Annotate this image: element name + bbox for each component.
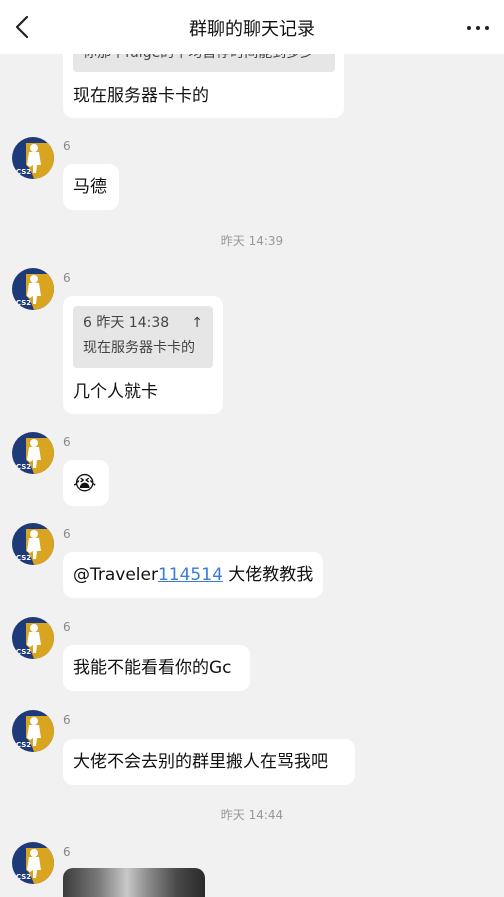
player-logo-icon: CS2 <box>16 438 54 474</box>
message-bubble[interactable]: 我能不能看看你的Gc <box>63 645 250 691</box>
message-bubble[interactable]: 😭 <box>63 460 109 506</box>
player-logo-icon: CS2 <box>16 143 54 179</box>
quoted-header: 6 昨天 14:38 <box>83 315 170 331</box>
player-logo-icon: CS2 <box>16 716 54 752</box>
mention-prefix: @Traveler <box>73 565 158 585</box>
avatar[interactable]: CS2 <box>12 523 54 565</box>
svg-text:CS2: CS2 <box>16 741 31 749</box>
player-logo-icon: CS2 <box>16 623 54 659</box>
player-logo-icon: CS2 <box>16 529 54 565</box>
avatar[interactable]: CS2 <box>12 432 54 474</box>
timestamp: 昨天 14:44 <box>220 808 284 822</box>
sender-name: 6 <box>63 271 71 285</box>
sender-name: 6 <box>63 527 71 541</box>
message-suffix: 大佬教教我 <box>222 565 314 585</box>
message-bubble[interactable]: 6 昨天 14:38 ↑ 现在服务器卡卡的 几个人就卡 <box>63 296 223 414</box>
svg-text:CS2: CS2 <box>16 554 31 562</box>
message-text: 几个人就卡 <box>73 382 158 402</box>
svg-text:CS2: CS2 <box>16 463 31 471</box>
svg-text:CS2: CS2 <box>16 299 31 307</box>
avatar[interactable]: CS2 <box>12 710 54 752</box>
sender-name: 6 <box>63 845 71 859</box>
jump-arrow-icon[interactable]: ↑ <box>191 311 203 335</box>
avatar[interactable]: CS2 <box>12 137 54 179</box>
sender-name: 6 <box>63 139 71 153</box>
svg-text:CS2: CS2 <box>16 168 31 176</box>
message-text: 大佬不会去别的群里搬人在骂我吧 <box>73 752 328 772</box>
avatar[interactable]: CS2 <box>12 617 54 659</box>
more-button[interactable] <box>466 16 490 40</box>
svg-text:CS2: CS2 <box>16 648 31 656</box>
sender-name: 6 <box>63 435 71 449</box>
timestamp: 昨天 14:39 <box>220 234 284 248</box>
message-bubble[interactable]: 大佬不会去别的群里搬人在骂我吧 <box>63 739 355 785</box>
quoted-text: 现在服务器卡卡的 <box>83 340 195 356</box>
photo-thumbnail[interactable] <box>63 868 205 897</box>
message-bubble[interactable]: 马德 <box>63 164 119 210</box>
avatar[interactable]: CS2 <box>12 842 54 884</box>
sender-name: 6 <box>63 713 71 727</box>
player-logo-icon: CS2 <box>16 848 54 884</box>
top-bar: 群聊的聊天记录 <box>0 0 504 54</box>
message-text: @Traveler114514 大佬教教我 <box>73 563 313 587</box>
player-logo-icon: CS2 <box>16 274 54 310</box>
mention-link[interactable]: 114514 <box>158 565 223 585</box>
avatar[interactable]: CS2 <box>12 268 54 310</box>
sender-name: 6 <box>63 620 71 634</box>
message-bubble[interactable]: @Traveler114514 大佬教教我 <box>63 552 323 598</box>
message-text: 马德 <box>73 177 107 197</box>
svg-text:CS2: CS2 <box>16 873 31 881</box>
message-text: 我能不能看看你的Gc <box>73 658 232 678</box>
crying-emoji: 😭 <box>73 471 97 495</box>
page-title: 群聊的聊天记录 <box>189 19 315 40</box>
message-text: 现在服务器卡卡的 <box>73 86 209 106</box>
more-dots-icon <box>467 26 489 30</box>
quoted-message[interactable]: 6 昨天 14:38 ↑ 现在服务器卡卡的 <box>73 306 213 368</box>
